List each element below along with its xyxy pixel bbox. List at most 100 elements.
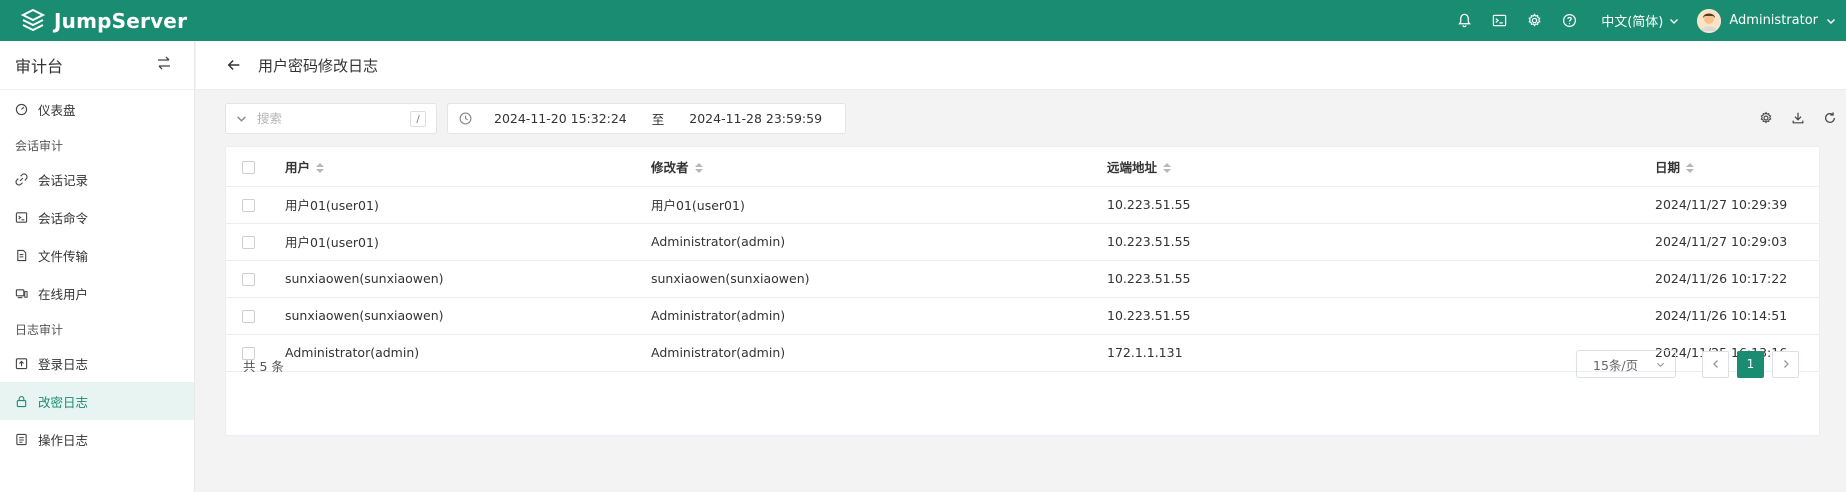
row-checkbox[interactable] <box>242 310 255 323</box>
lock-icon <box>15 394 29 408</box>
next-page-button[interactable] <box>1772 350 1799 378</box>
page-title: 用户密码修改日志 <box>258 56 379 75</box>
table-cell: 10.223.51.55 <box>1107 260 1655 298</box>
sort-icon[interactable] <box>1163 163 1172 174</box>
sidebar-item-label: 会话记录 <box>38 172 89 188</box>
chevron-down-icon[interactable] <box>236 113 247 124</box>
sidebar-item[interactable]: 在线用户 <box>0 274 194 312</box>
help-icon[interactable] <box>1552 0 1587 41</box>
refresh-icon[interactable] <box>1814 108 1846 128</box>
sidebar-item[interactable]: 仪表盘 <box>0 90 194 128</box>
pagination: 15条/页 1 <box>1576 350 1799 378</box>
sort-icon[interactable] <box>316 163 325 174</box>
table-cell: Administrator(admin) <box>651 297 1107 335</box>
search-input[interactable] <box>257 111 397 126</box>
table-row[interactable]: 用户01(user01) Administrator(admin) 10.223.5… <box>226 223 1819 261</box>
file-icon <box>15 248 29 262</box>
prev-page-button[interactable] <box>1702 350 1729 378</box>
log-table-card: 用户 修改者 远端地址 日期 用户01(user01) 用户01(user01) 1… <box>225 146 1820 436</box>
chevron-down-icon <box>1827 18 1835 24</box>
dashboard-icon <box>15 102 29 116</box>
page-number-button[interactable]: 1 <box>1737 350 1764 378</box>
sidebar-item[interactable]: 改密日志 <box>0 382 194 420</box>
back-arrow-icon[interactable] <box>226 56 244 74</box>
sort-icon[interactable] <box>1686 163 1695 174</box>
table-row[interactable]: sunxiaowen(sunxiaowen) Administrator(admi… <box>226 297 1819 335</box>
page-header: 用户密码修改日志 <box>196 41 1846 90</box>
link-icon <box>15 172 29 186</box>
settings-icon[interactable] <box>1750 108 1782 128</box>
sidebar-item[interactable]: 会话记录 <box>0 160 194 198</box>
chevron-down-icon <box>1670 18 1679 24</box>
row-checkbox[interactable] <box>242 236 255 249</box>
row-checkbox-cell <box>226 186 285 224</box>
language-label: 中文(简体) <box>1601 15 1664 30</box>
row-checkbox-cell <box>226 223 285 261</box>
column-header-user[interactable]: 用户 <box>285 147 651 187</box>
logo-text: JumpServer <box>54 8 188 33</box>
sidebar-title: 审计台 <box>15 57 64 76</box>
login-icon <box>15 356 29 370</box>
table-cell: 2024/11/27 10:29:39 <box>1655 186 1819 224</box>
row-checkbox[interactable] <box>242 273 255 286</box>
date-end[interactable]: 2024-11-28 23:59:59 <box>689 111 822 126</box>
date-range-picker[interactable]: 2024-11-20 15:32:24 至 2024-11-28 23:59:5… <box>447 103 846 134</box>
logo-icon <box>20 8 46 31</box>
terminal-icon <box>15 210 29 224</box>
sidebar-item[interactable]: 文件传输 <box>0 236 194 274</box>
sort-icon[interactable] <box>694 163 703 174</box>
table-cell: 用户01(user01) <box>285 186 651 224</box>
sidebar-item-label: 在线用户 <box>38 286 89 302</box>
table-footer: 共 5 条 15条/页 1 <box>226 335 1819 395</box>
column-label: 远端地址 <box>1107 159 1158 175</box>
table-cell: 10.223.51.55 <box>1107 186 1655 224</box>
sidebar-item[interactable]: 会话命令 <box>0 198 194 236</box>
column-header-modifier[interactable]: 修改者 <box>651 147 1107 187</box>
select-all-checkbox[interactable] <box>242 160 255 174</box>
swap-icon[interactable] <box>156 55 172 75</box>
download-icon[interactable] <box>1782 108 1814 128</box>
row-checkbox-cell <box>226 297 285 335</box>
chevron-right-icon <box>1783 360 1789 368</box>
column-label: 修改者 <box>651 159 689 175</box>
page-size-select[interactable]: 15条/页 <box>1576 350 1676 378</box>
column-header-remote-addr[interactable]: 远端地址 <box>1107 147 1655 187</box>
sidebar-item-label: 会话命令 <box>38 210 89 226</box>
bell-icon[interactable] <box>1447 0 1482 41</box>
column-label: 用户 <box>285 159 311 175</box>
sidebar-item[interactable]: 登录日志 <box>0 344 194 382</box>
user-menu[interactable]: Administrator <box>1697 8 1836 33</box>
table-cell: sunxiaowen(sunxiaowen) <box>285 260 651 298</box>
total-count: 共 5 条 <box>243 358 284 374</box>
search-box[interactable]: / <box>225 103 437 134</box>
table-cell: 10.223.51.55 <box>1107 297 1655 335</box>
sidebar-item[interactable]: 操作日志 <box>0 420 194 458</box>
row-checkbox-cell <box>226 260 285 298</box>
user-name: Administrator <box>1729 13 1818 28</box>
row-checkbox[interactable] <box>242 199 255 212</box>
language-selector[interactable]: 中文(简体) <box>1601 11 1679 30</box>
clock-icon <box>459 112 472 125</box>
date-start[interactable]: 2024-11-20 15:32:24 <box>494 111 627 126</box>
table-cell: 2024/11/26 10:14:51 <box>1655 297 1819 335</box>
terminal-icon[interactable] <box>1482 0 1517 41</box>
table-header-row: 用户 修改者 远端地址 日期 <box>226 147 1819 187</box>
table-cell: 2024/11/27 10:29:03 <box>1655 223 1819 261</box>
sidebar-group-label: 日志审计 <box>15 323 64 337</box>
chevron-left-icon <box>1712 360 1718 368</box>
chevron-down-icon <box>1656 362 1665 368</box>
logo[interactable]: JumpServer <box>20 8 187 34</box>
table-row[interactable]: sunxiaowen(sunxiaowen) sunxiaowen(sunxiao… <box>226 260 1819 298</box>
sidebar-nav: 仪表盘会话审计会话记录会话命令文件传输在线用户日志审计登录日志改密日志 操作日志 <box>0 90 194 458</box>
column-header-date[interactable]: 日期 <box>1655 147 1819 187</box>
sidebar-item-label: 文件传输 <box>38 248 89 264</box>
table-tools <box>1750 108 1846 128</box>
table-row[interactable]: 用户01(user01) 用户01(user01) 10.223.51.55 2024… <box>226 186 1819 224</box>
sidebar-group-label: 会话审计 <box>15 139 64 153</box>
sidebar: 审计台 仪表盘会话审计会话记录会话命令文件传输在线用户日志审计登录日志改密日志操… <box>0 41 195 492</box>
sidebar-header: 审计台 <box>0 41 194 90</box>
sidebar-item-label: 登录日志 <box>38 356 89 372</box>
top-bar: JumpServer 中文(简体) Administrator <box>0 0 1846 41</box>
sidebar-item-label: 仪表盘 <box>38 102 76 118</box>
gear-icon[interactable] <box>1517 0 1552 41</box>
